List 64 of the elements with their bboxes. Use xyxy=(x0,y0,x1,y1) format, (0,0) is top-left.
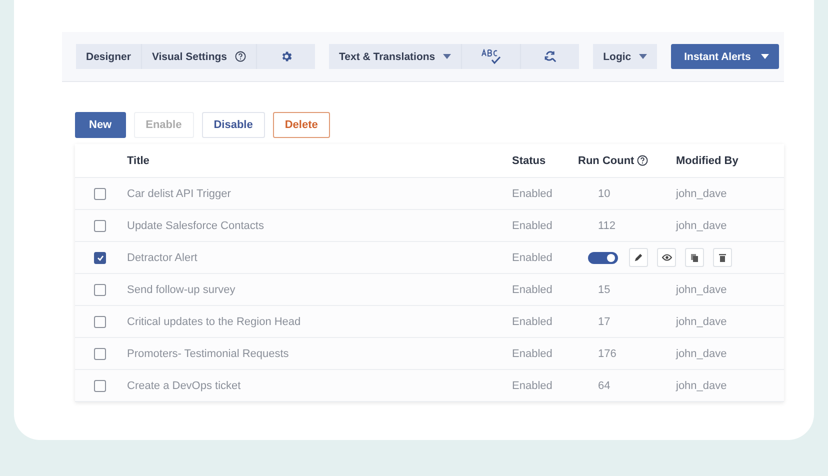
toolbar-tab[interactable]: Designer xyxy=(76,44,142,69)
table-cell-text: john_dave xyxy=(676,284,728,296)
table-cell-text: john_dave xyxy=(676,380,728,392)
toolbar-tab[interactable]: Visual Settings xyxy=(142,44,258,69)
row-checkbox[interactable] xyxy=(94,220,106,232)
table-cell-text: 64 xyxy=(597,380,612,392)
table-cell-text: Enabled xyxy=(512,252,554,264)
table-cell-text: 10 xyxy=(597,188,612,200)
caret-icon xyxy=(639,54,648,59)
copy-icon xyxy=(691,254,698,262)
row-checkbox[interactable] xyxy=(94,348,106,360)
table-cell-text: Critical updates to the Region Head xyxy=(127,316,302,328)
toggle-switch[interactable] xyxy=(588,252,618,264)
pencil-icon xyxy=(634,253,643,262)
table-cell-text: Update Salesforce Contacts xyxy=(127,220,265,232)
find-replace-icon xyxy=(544,50,557,63)
table-cell-text: Enabled xyxy=(512,380,554,392)
column-header: Modified By xyxy=(676,154,738,166)
table-cell-text: Enabled xyxy=(512,220,554,232)
table-cell-text: Enabled xyxy=(512,316,554,328)
dropdown-button[interactable]: Text & Translations xyxy=(329,44,462,69)
edit-button[interactable] xyxy=(629,248,648,267)
trash-icon xyxy=(719,254,726,262)
table-cell-text: 176 xyxy=(597,348,618,360)
spellcheck-icon xyxy=(480,48,502,64)
row-checkbox[interactable] xyxy=(94,316,106,328)
table-cell-text: john_dave xyxy=(676,188,728,200)
eye-icon xyxy=(662,254,672,261)
row-checkbox[interactable] xyxy=(94,252,106,264)
delete-button[interactable] xyxy=(713,248,732,267)
help-icon[interactable] xyxy=(235,51,246,62)
table-cell-text: 15 xyxy=(597,284,612,296)
dropdown-button[interactable]: Logic xyxy=(593,44,658,69)
caret-icon xyxy=(443,54,452,59)
dropdown-button[interactable]: Instant Alerts xyxy=(671,44,779,69)
row-checkbox[interactable] xyxy=(94,380,106,392)
table-cell-text: john_dave xyxy=(676,316,728,328)
action-button[interactable]: Delete xyxy=(272,112,330,138)
column-header: Run Count xyxy=(578,154,634,166)
action-button[interactable]: Disable xyxy=(202,112,265,138)
column-header: Title xyxy=(127,154,150,166)
copy-button[interactable] xyxy=(685,248,704,267)
column-header: Status xyxy=(512,154,546,166)
row-checkbox[interactable] xyxy=(94,284,106,296)
row-checkbox[interactable] xyxy=(94,188,106,200)
gear-icon xyxy=(280,50,293,63)
table-cell-text: john_dave xyxy=(676,348,728,360)
action-button[interactable]: New xyxy=(75,112,126,138)
table-cell-text: Enabled xyxy=(512,188,554,200)
view-button[interactable] xyxy=(657,248,676,267)
table-cell-text: Send follow-up survey xyxy=(127,284,236,296)
table-cell-text: Detractor Alert xyxy=(127,252,198,264)
table-cell-text: Create a DevOps ticket xyxy=(127,380,242,392)
table-cell-text: Enabled xyxy=(512,348,554,360)
table-cell-text: Enabled xyxy=(512,284,554,296)
table-cell-text: Promoters- Testimonial Requests xyxy=(127,348,290,360)
help-icon[interactable] xyxy=(637,155,648,166)
table-cell-text: john_dave xyxy=(676,220,728,232)
caret-icon xyxy=(760,54,769,59)
table-cell-text: 17 xyxy=(597,316,612,328)
tab-label[interactable]: Visual Settings xyxy=(152,50,228,62)
table-cell-text: 112 xyxy=(597,220,617,232)
table-cell-text: Car delist API Trigger xyxy=(127,188,232,200)
check-icon xyxy=(96,254,104,260)
